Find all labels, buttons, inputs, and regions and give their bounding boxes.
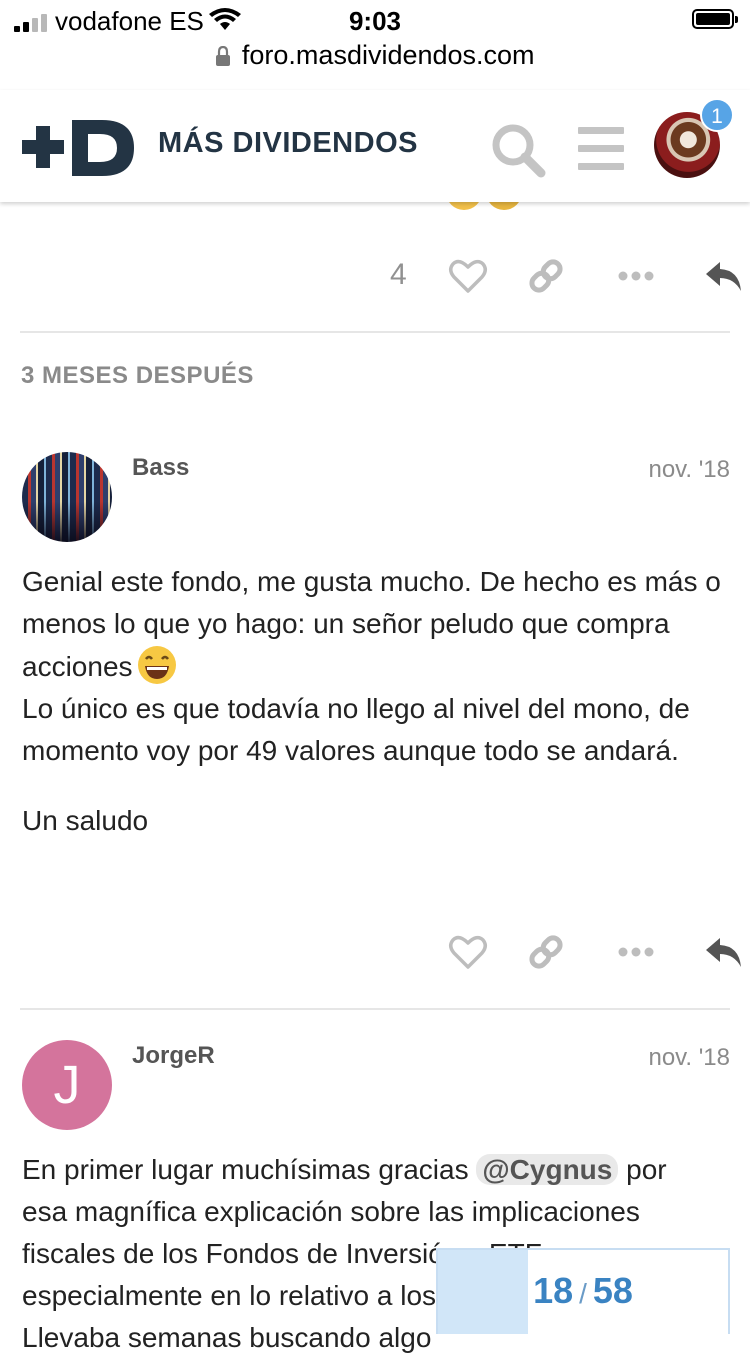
username[interactable]: JorgeR [132, 1042, 215, 1070]
progress-separator: / [579, 1278, 587, 1309]
search-icon[interactable] [488, 120, 548, 180]
time-gap-label: 3 MESES DESPUÉS [21, 362, 254, 389]
logo-text[interactable]: MÁS DIVIDENDOS [158, 127, 418, 160]
link-icon[interactable] [526, 256, 566, 296]
post-text: esa magnífica explicación sobre las impl… [22, 1196, 640, 1227]
post-text: Un saludo [22, 805, 149, 836]
username[interactable]: Bass [132, 454, 189, 482]
avatar[interactable] [22, 452, 112, 542]
url-text: foro.masdividendos.com [241, 40, 535, 70]
hamburger-menu-icon[interactable] [574, 123, 628, 175]
url-bar[interactable]: foro.masdividendos.com [0, 40, 750, 80]
logo-icon[interactable] [22, 118, 137, 178]
more-options-icon[interactable] [616, 256, 656, 296]
progress-current: 18 [533, 1270, 574, 1311]
post-actions [306, 928, 741, 980]
post-text: por [626, 1154, 667, 1185]
more-options-icon[interactable] [616, 932, 656, 972]
divider [20, 331, 730, 333]
notification-badge[interactable]: 1 [700, 98, 734, 132]
like-count[interactable]: 4 [390, 258, 407, 292]
site-header: MÁS DIVIDENDOS 1 [0, 90, 750, 202]
reply-icon[interactable] [704, 256, 744, 296]
link-icon[interactable] [526, 932, 566, 972]
signal-icon [14, 14, 48, 32]
wifi-icon [209, 8, 241, 30]
post-date[interactable]: nov. '18 [648, 1044, 730, 1072]
post-text: En primer lugar muchísimas gracias [22, 1154, 469, 1185]
user-mention[interactable]: @Cygnus [476, 1154, 619, 1185]
post-actions: 4 [306, 252, 741, 304]
progress-counter[interactable]: 18/58 [438, 1270, 728, 1312]
status-bar: vodafone ES 9:03 [0, 0, 750, 40]
heart-icon[interactable] [448, 932, 488, 972]
divider [20, 1008, 730, 1010]
post-body: Genial este fondo, me gusta mucho. De he… [22, 561, 722, 842]
avatar[interactable]: J [22, 1040, 112, 1130]
heart-icon[interactable] [448, 256, 488, 296]
lock-icon [215, 45, 231, 66]
topic-progress[interactable]: 18/58 [436, 1248, 730, 1334]
progress-total: 58 [592, 1270, 633, 1311]
reply-icon[interactable] [704, 932, 744, 972]
post-date[interactable]: nov. '18 [648, 456, 730, 484]
post-text: Genial este fondo, me gusta mucho. De he… [22, 566, 721, 682]
grin-emoji-icon [137, 645, 177, 685]
post-text: Lo único es que todavía no llego al nive… [22, 693, 690, 766]
carrier-name: vodafone ES [55, 6, 204, 36]
battery-icon [692, 9, 738, 29]
